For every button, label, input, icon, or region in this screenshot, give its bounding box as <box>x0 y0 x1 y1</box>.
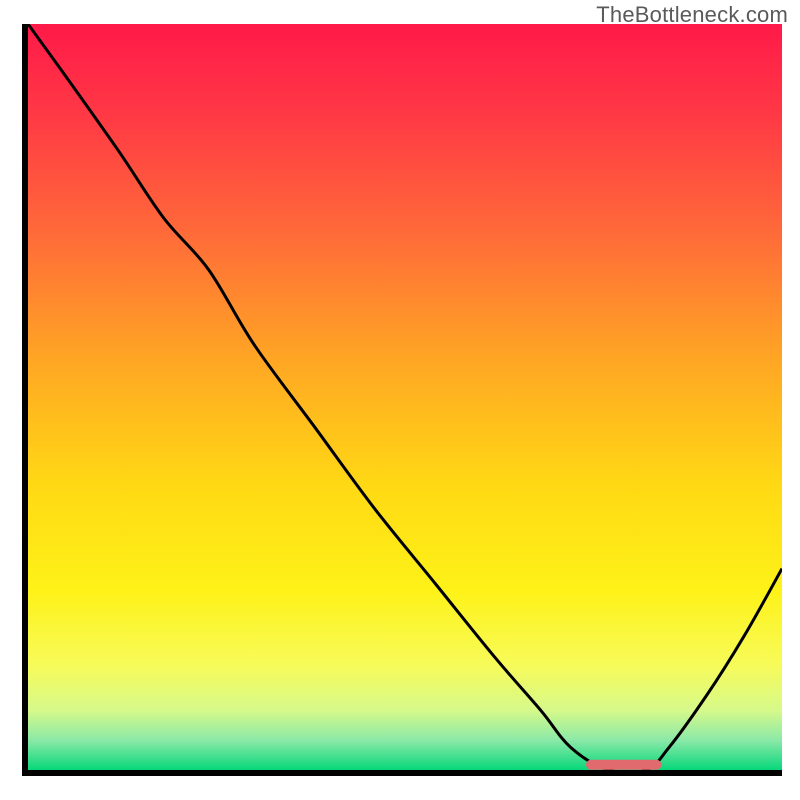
plot-svg <box>28 24 782 770</box>
gradient-background <box>28 24 782 770</box>
plot-area <box>28 24 782 770</box>
x-axis <box>22 770 782 776</box>
chart-frame: TheBottleneck.com <box>0 0 800 800</box>
optimal-range-marker <box>586 760 661 770</box>
